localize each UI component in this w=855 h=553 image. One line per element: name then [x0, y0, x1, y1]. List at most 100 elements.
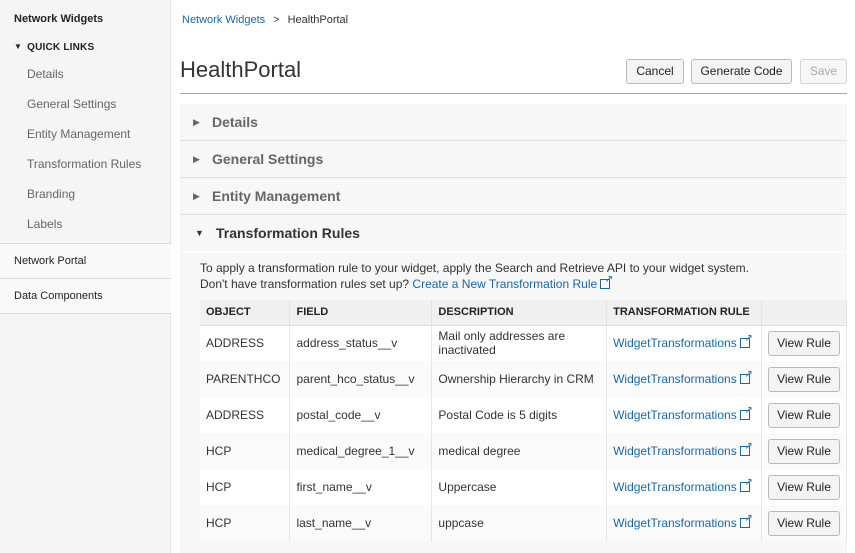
external-link-icon — [739, 405, 753, 420]
cell-field: medical_degree_1__v — [289, 433, 433, 469]
cell-rule: WidgetTransformations — [606, 469, 762, 505]
cell-action: View Rule — [761, 469, 847, 505]
rule-link[interactable]: WidgetTransformations — [613, 405, 753, 422]
column-header-actions — [761, 300, 847, 326]
triangle-down-icon: ▼ — [195, 228, 204, 238]
view-rule-button[interactable]: View Rule — [768, 438, 840, 464]
triangle-right-icon: ▶ — [193, 191, 200, 201]
create-rule-link[interactable]: Create a New Transformation Rule — [412, 274, 613, 291]
view-rule-button[interactable]: View Rule — [768, 474, 840, 500]
create-rule-link-label: Create a New Transformation Rule — [412, 277, 598, 291]
cell-description: Uppercase — [431, 469, 608, 505]
breadcrumb-parent-link[interactable]: Network Widgets — [182, 14, 265, 26]
table-row: ADDRESS postal_code__v Postal Code is 5 … — [200, 397, 847, 433]
rule-link-label: WidgetTransformations — [613, 444, 737, 458]
sidebar: Network Widgets ▼ QUICK LINKS Details Gen… — [0, 0, 171, 553]
cell-object: HCP — [200, 505, 291, 541]
view-rule-button[interactable]: View Rule — [768, 366, 840, 392]
rule-link[interactable]: WidgetTransformations — [613, 441, 753, 458]
breadcrumb-separator: > — [273, 14, 280, 26]
cell-description: Mail only addresses are inactivated — [431, 325, 608, 361]
section-general-settings-label: General Settings — [212, 151, 324, 167]
cell-description: Postal Code is 5 digits — [431, 397, 608, 433]
external-link-icon — [739, 441, 753, 456]
column-header-description: DESCRIPTION — [431, 300, 608, 326]
column-header-object: OBJECT — [200, 300, 291, 326]
cell-rule: WidgetTransformations — [606, 505, 762, 541]
cell-field: postal_code__v — [289, 397, 433, 433]
rule-link[interactable]: WidgetTransformations — [613, 513, 753, 530]
sidebar-link-labels[interactable]: Labels — [27, 217, 62, 231]
cell-action: View Rule — [761, 505, 847, 541]
section-transformation-rules-header[interactable]: ▼ Transformation Rules — [180, 215, 847, 252]
rule-link-label: WidgetTransformations — [613, 336, 737, 351]
sidebar-link-transformation-rules[interactable]: Transformation Rules — [27, 157, 141, 171]
cell-object: ADDRESS — [200, 325, 291, 361]
rule-link-label: WidgetTransformations — [613, 516, 737, 530]
external-link-icon — [600, 274, 613, 289]
sidebar-item-network-portal[interactable]: Network Portal — [0, 243, 171, 279]
breadcrumb: Network Widgets > HealthPortal — [182, 14, 348, 26]
cell-rule: WidgetTransformations — [606, 361, 762, 397]
transformation-rules-table: OBJECT FIELD DESCRIPTION TRANSFORMATION … — [200, 300, 847, 541]
cell-description: Ownership Hierarchy in CRM — [431, 361, 608, 397]
transformation-intro: To apply a transformation rule to your w… — [200, 261, 749, 275]
cell-description: uppcase — [431, 505, 608, 541]
cell-action: View Rule — [761, 397, 847, 433]
external-link-icon — [739, 477, 753, 492]
quick-links-label: QUICK LINKS — [27, 42, 95, 53]
view-rule-button[interactable]: View Rule — [768, 510, 840, 536]
table-row: ADDRESS address_status__v Mail only addr… — [200, 325, 847, 361]
table-row: HCP last_name__v uppcase WidgetTransform… — [200, 505, 847, 541]
cell-action: View Rule — [761, 433, 847, 469]
cancel-button[interactable]: Cancel — [626, 59, 684, 84]
sidebar-link-entity-management[interactable]: Entity Management — [27, 127, 130, 141]
triangle-right-icon: ▶ — [193, 154, 200, 164]
sidebar-link-general-settings[interactable]: General Settings — [27, 97, 116, 111]
view-rule-button[interactable]: View Rule — [768, 402, 840, 428]
cell-object: HCP — [200, 469, 291, 505]
column-header-field: FIELD — [289, 300, 433, 326]
cell-object: HCP — [200, 433, 291, 469]
cell-field: last_name__v — [289, 505, 433, 541]
external-link-icon — [739, 513, 753, 528]
cell-action: View Rule — [761, 361, 847, 397]
sidebar-link-branding[interactable]: Branding — [27, 187, 75, 201]
sidebar-link-details[interactable]: Details — [27, 67, 64, 81]
cell-object: ADDRESS — [200, 397, 291, 433]
cell-field: parent_hco_status__v — [289, 361, 433, 397]
table-header-row: OBJECT FIELD DESCRIPTION TRANSFORMATION … — [200, 300, 847, 326]
rule-link[interactable]: WidgetTransformations — [613, 477, 753, 494]
section-entity-management-label: Entity Management — [212, 188, 341, 204]
sidebar-item-data-components[interactable]: Data Components — [0, 278, 171, 314]
sidebar-title[interactable]: Network Widgets — [14, 13, 103, 25]
rule-link-label: WidgetTransformations — [613, 372, 737, 386]
generate-code-button[interactable]: Generate Code — [691, 59, 792, 84]
triangle-right-icon: ▶ — [193, 117, 200, 127]
cell-rule: WidgetTransformations — [606, 397, 762, 433]
cell-object: PARENTHCO — [200, 361, 291, 397]
table-row: PARENTHCO parent_hco_status__v Ownership… — [200, 361, 847, 397]
table-row: HCP medical_degree_1__v medical degree W… — [200, 433, 847, 469]
section-general-settings-header[interactable]: ▶ General Settings — [180, 141, 847, 178]
title-divider — [180, 93, 847, 94]
rule-link-label: WidgetTransformations — [613, 408, 737, 422]
section-details-header[interactable]: ▶ Details — [180, 104, 847, 141]
save-button[interactable]: Save — [800, 59, 847, 84]
cell-description: medical degree — [431, 433, 608, 469]
cell-rule: WidgetTransformations — [606, 433, 762, 469]
page-title: HealthPortal — [180, 57, 302, 82]
transformation-question-line: Don't have transformation rules set up? … — [200, 274, 613, 291]
cell-field: address_status__v — [289, 325, 433, 361]
cell-field: first_name__v — [289, 469, 433, 505]
section-entity-management-header[interactable]: ▶ Entity Management — [180, 178, 847, 215]
rule-link[interactable]: WidgetTransformations — [613, 369, 753, 386]
external-link-icon — [739, 333, 753, 349]
view-rule-button[interactable]: View Rule — [768, 330, 840, 356]
column-header-transformation-rule: TRANSFORMATION RULE — [606, 300, 762, 326]
quick-links-toggle[interactable]: ▼ QUICK LINKS — [14, 42, 94, 53]
external-link-icon — [739, 369, 753, 384]
table-row: HCP first_name__v Uppercase WidgetTransf… — [200, 469, 847, 505]
transformation-question: Don't have transformation rules set up? — [200, 277, 410, 291]
rule-link[interactable]: WidgetTransformations — [613, 333, 753, 351]
